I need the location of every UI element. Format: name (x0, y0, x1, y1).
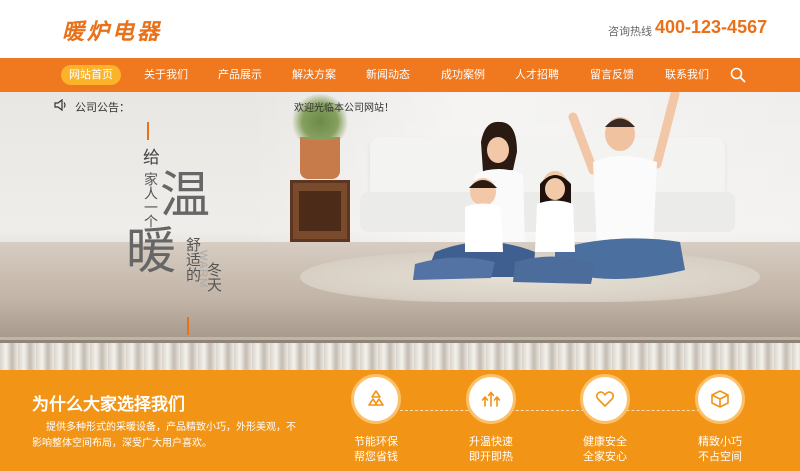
nav-item-contact[interactable]: 联系我们 (657, 58, 717, 92)
feature-icon-circle (695, 374, 745, 424)
section-description: 提供多种形式的采暖设备，产品精致小巧，外形美观，不影响整体空间布局，深受广大用户… (32, 422, 296, 449)
feature-icon-circle (580, 374, 630, 424)
slogan-gei: 给 (139, 148, 159, 165)
nav-item-news[interactable]: 新闻动态 (358, 58, 418, 92)
features-connector (400, 410, 720, 411)
nav-item-about[interactable]: 关于我们 (136, 58, 196, 92)
slogan-divider-bottom (187, 317, 189, 335)
feature-compact[interactable]: 精致小巧 不占空间 (685, 374, 755, 464)
hero-banner[interactable]: 公司公告： 欢迎光临本公司网站！ 给 家人一个 温 暖 WARM 舒适的 冬天 (0, 92, 800, 370)
feature-title: 升温快速 (469, 435, 513, 448)
search-icon[interactable] (730, 67, 746, 83)
feature-subtitle: 帮您省钱 (354, 450, 398, 463)
feature-title: 健康安全 (583, 435, 627, 448)
nav-item-solutions[interactable]: 解决方案 (284, 58, 344, 92)
hotline-label: 咨询热线 (608, 25, 652, 38)
site-header: 暖炉电器 咨询热线 400-123-4567 (0, 0, 800, 58)
nav-item-jobs[interactable]: 人才招聘 (507, 58, 567, 92)
feature-subtitle: 全家安心 (583, 450, 627, 463)
cabinet (290, 180, 350, 242)
slogan-shushi: 舒适的 (184, 237, 202, 282)
why-choose-us-section: 为什么大家选择我们 提供多种形式的采暖设备，产品精致小巧，外形美观，不影响整体空… (0, 370, 800, 471)
notice-label: 公司公告： (75, 101, 130, 114)
plant-pot (300, 137, 340, 179)
recycle-icon (368, 390, 384, 406)
feature-title: 精致小巧 (698, 435, 742, 448)
feature-subtitle: 即开即热 (469, 450, 513, 463)
family-photo (413, 92, 685, 284)
nav-item-home[interactable]: 网站首页 (60, 58, 122, 92)
slogan-divider-top (147, 122, 149, 140)
hotline-number: 400-123-4567 (655, 17, 768, 37)
speaker-icon (54, 98, 66, 112)
feature-title: 节能环保 (354, 435, 398, 448)
nav-item-feedback[interactable]: 留言反馈 (582, 58, 642, 92)
feature-icon-circle (351, 374, 401, 424)
heart-icon (595, 391, 615, 407)
slogan-jiaren: 家人一个 (142, 172, 158, 228)
arrows-up-icon (481, 391, 501, 407)
slogan-nuan: 暖 (126, 222, 176, 280)
site-logo[interactable]: 暖炉电器 (62, 14, 162, 46)
feature-icon-circle (466, 374, 516, 424)
feature-health-safety[interactable]: 健康安全 全家安心 (570, 374, 640, 464)
slogan-dongtian: 冬天 (205, 262, 223, 292)
section-title: 为什么大家选择我们 (32, 395, 185, 415)
feature-fast-heating[interactable]: 升温快速 即开即热 (456, 374, 526, 464)
feature-energy-saving[interactable]: 节能环保 帮您省钱 (341, 374, 411, 464)
box-icon (711, 390, 729, 408)
nav-item-cases[interactable]: 成功案例 (433, 58, 493, 92)
slogan-wen: 温 (160, 166, 210, 224)
main-nav: 网站首页 关于我们 产品展示 解决方案 新闻动态 成功案例 人才招聘 留言反馈 … (0, 58, 800, 92)
heating-mat-strip (0, 340, 800, 370)
notice-text[interactable]: 欢迎光临本公司网站！ (294, 99, 394, 114)
nav-item-label: 网站首页 (61, 65, 121, 85)
feature-subtitle: 不占空间 (698, 450, 742, 463)
nav-item-products[interactable]: 产品展示 (210, 58, 270, 92)
